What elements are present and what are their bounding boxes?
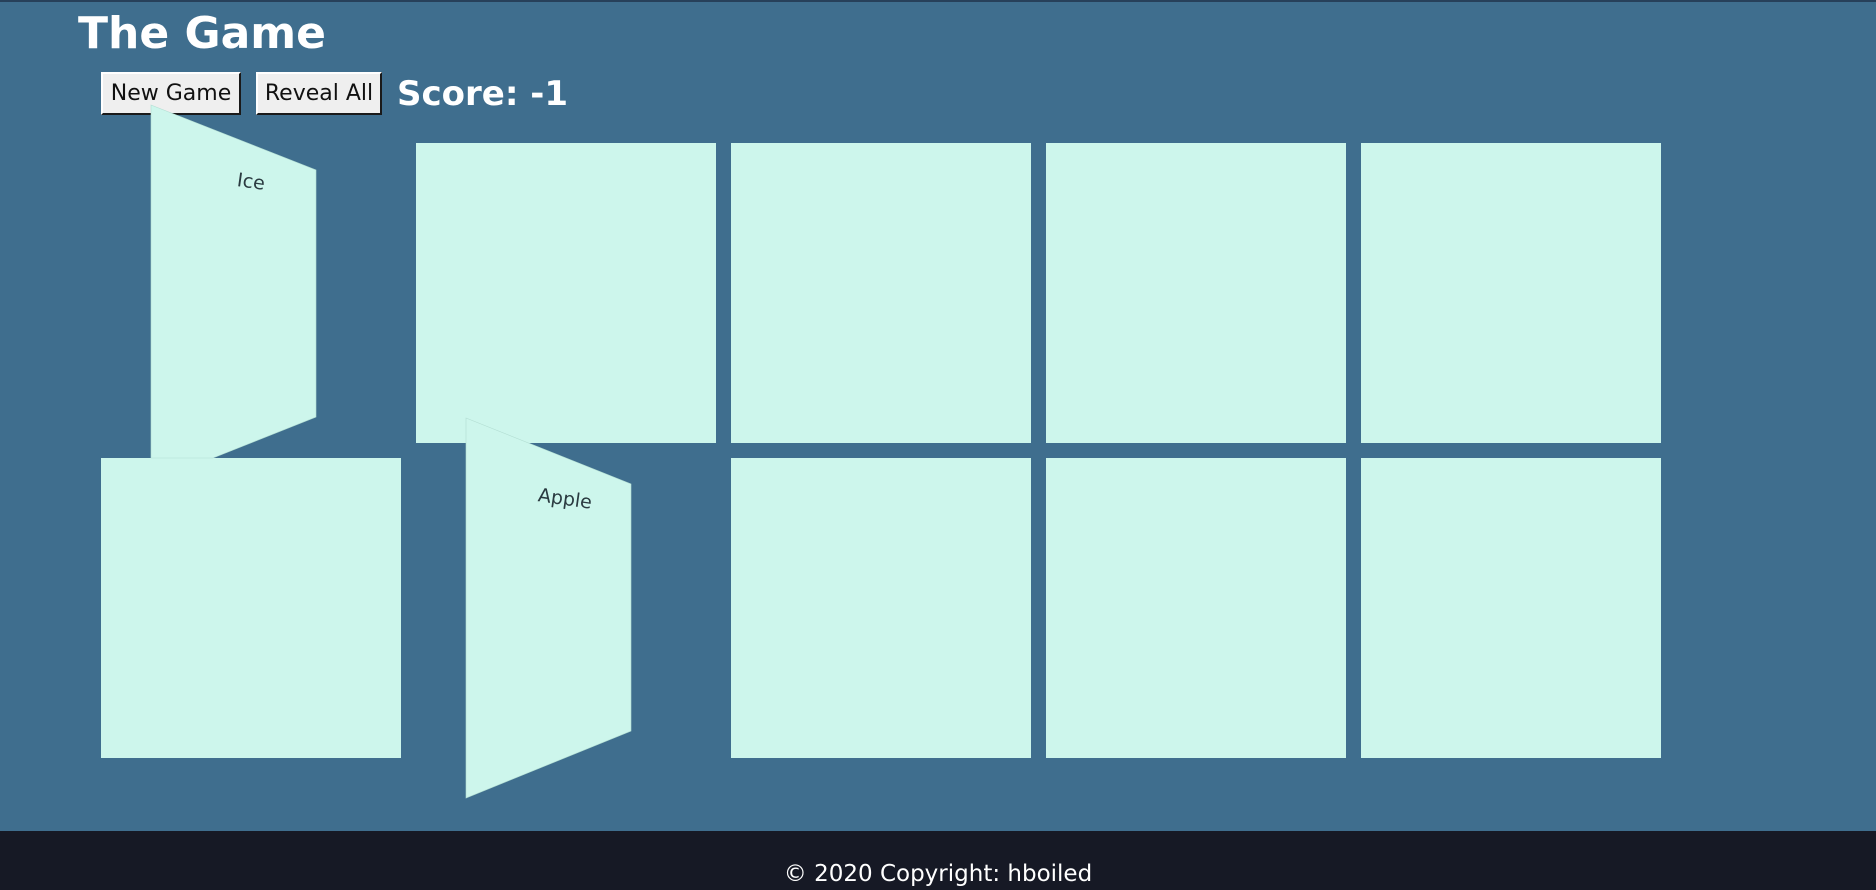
- card-r1-c0[interactable]: [101, 458, 401, 758]
- card-r0-c3[interactable]: [1046, 143, 1346, 443]
- card-r0-c4[interactable]: [1361, 143, 1661, 443]
- card-r0-c0-flipping[interactable]: Ice: [150, 104, 317, 459]
- card-r1-c3[interactable]: [1046, 458, 1346, 758]
- footer: © 2020 Copyright: hboiled: [0, 831, 1876, 890]
- top-border: [0, 0, 1876, 2]
- page-title: The Game: [78, 8, 326, 59]
- copyright-text: © 2020 Copyright: hboiled: [783, 861, 1093, 887]
- card-r0-c1[interactable]: [416, 143, 716, 443]
- card-r1-c4[interactable]: [1361, 458, 1661, 758]
- card-r1-c1-flipping[interactable]: Apple: [465, 417, 632, 799]
- score-display: Score: -1: [397, 74, 569, 114]
- new-game-button[interactable]: New Game: [101, 72, 241, 115]
- card-r1-c2[interactable]: [731, 458, 1031, 758]
- card-r0-c2[interactable]: [731, 143, 1031, 443]
- reveal-all-button[interactable]: Reveal All: [256, 72, 382, 115]
